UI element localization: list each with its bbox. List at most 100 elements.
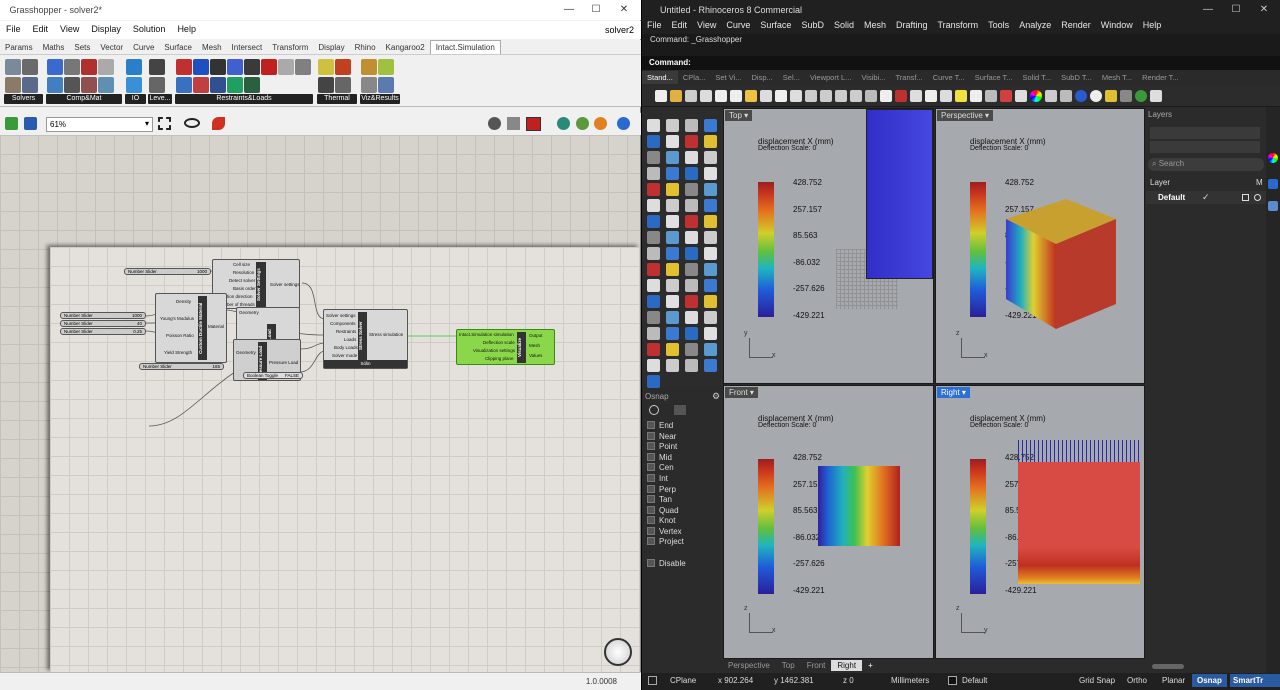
planar-toggle[interactable]: Planar: [1162, 676, 1185, 685]
menu-view[interactable]: View: [54, 21, 85, 34]
filter-icon[interactable]: [649, 405, 659, 415]
tool-icon[interactable]: [666, 119, 679, 132]
viewport-tab[interactable]: Perspective: [722, 660, 776, 671]
component-icon[interactable]: [64, 76, 80, 93]
viewport-tab[interactable]: Right: [831, 660, 863, 671]
preview-eye-icon[interactable]: [184, 118, 200, 128]
add-viewport-icon[interactable]: +: [862, 660, 879, 671]
visualize-node[interactable]: Intact.Simulation simulation Deflection …: [456, 329, 555, 365]
rhino-menu-help[interactable]: Help: [1138, 19, 1167, 31]
menu-edit[interactable]: Edit: [27, 21, 55, 34]
tool-icon[interactable]: [685, 119, 698, 132]
rhino-close-button[interactable]: ✕: [1257, 3, 1271, 17]
osnap-perp[interactable]: Perp: [647, 485, 676, 494]
viewport-label[interactable]: Front ▾: [725, 387, 758, 398]
snap-options-icon[interactable]: [674, 405, 686, 415]
point-icon[interactable]: [924, 90, 937, 102]
rhino-menu-drafting[interactable]: Drafting: [891, 19, 933, 31]
thermal-icon[interactable]: [318, 59, 334, 75]
viz-icon[interactable]: [378, 59, 394, 75]
tab-transform[interactable]: Transform: [267, 41, 313, 54]
osnap-near[interactable]: Near: [647, 432, 676, 441]
tool-icon[interactable]: [647, 343, 660, 356]
paste-icon[interactable]: [729, 90, 742, 102]
osnap-quad[interactable]: Quad: [647, 506, 679, 515]
tool-icon[interactable]: [685, 199, 698, 212]
osnap-project[interactable]: Project: [647, 537, 684, 546]
zoom-icon[interactable]: [804, 90, 817, 102]
tool-icon[interactable]: [666, 215, 679, 228]
tool-icon[interactable]: [685, 247, 698, 260]
lock-icon[interactable]: [984, 90, 997, 102]
tool-icon[interactable]: [647, 375, 660, 388]
zoom-selected-icon[interactable]: [849, 90, 862, 102]
tab-curve[interactable]: Curve: [128, 41, 159, 54]
tool-icon[interactable]: [666, 231, 679, 244]
toolbar-tab[interactable]: Curve T...: [928, 71, 970, 84]
toolbar-tab[interactable]: SubD T...: [1056, 71, 1097, 84]
new-file-icon[interactable]: [654, 90, 667, 102]
osnap-int[interactable]: Int: [647, 474, 668, 483]
tool-icon[interactable]: [685, 359, 698, 372]
material-icon[interactable]: [81, 59, 97, 75]
clipboard-icon[interactable]: [744, 90, 757, 102]
rhino-menu-curve[interactable]: Curve: [721, 19, 755, 31]
tool-icon[interactable]: [685, 295, 698, 308]
sun-icon[interactable]: [1104, 90, 1117, 102]
rhino-menu-analyze[interactable]: Analyze: [1014, 19, 1056, 31]
tool-icon[interactable]: [685, 343, 698, 356]
zoom-level-select[interactable]: 61% ▾: [46, 117, 153, 132]
zoom-extents-icon[interactable]: [834, 90, 847, 102]
tool-icon[interactable]: [685, 279, 698, 292]
layer-search-input[interactable]: ⌕ Search: [1148, 158, 1264, 171]
solver-icon[interactable]: [5, 59, 21, 75]
io-icon[interactable]: [126, 59, 142, 75]
rhino-menu-view[interactable]: View: [692, 19, 721, 31]
tab-intersect[interactable]: Intersect: [227, 41, 268, 54]
io-icon[interactable]: [126, 76, 142, 93]
sketch-pen-icon[interactable]: [212, 117, 225, 130]
tool-icon[interactable]: [647, 263, 660, 276]
material-node[interactable]: Density Young's Modulus Poisson Ratio Yi…: [155, 293, 227, 363]
solver-icon[interactable]: [5, 76, 21, 93]
toolbar-tab[interactable]: Mesh T...: [1097, 71, 1137, 84]
tool-icon[interactable]: [704, 119, 717, 132]
toolbar-tab[interactable]: Sel...: [778, 71, 805, 84]
tool-icon[interactable]: [647, 359, 660, 372]
copy-icon[interactable]: [714, 90, 727, 102]
panel-tab-icon[interactable]: [1268, 201, 1278, 211]
component-icon[interactable]: [47, 76, 63, 93]
viewport-right[interactable]: Right ▾ displacement X (mm) Deflection S…: [935, 385, 1145, 659]
display-mode-icon[interactable]: [507, 117, 520, 130]
minimize-button[interactable]: —: [562, 3, 576, 17]
preview-mode-icon[interactable]: [594, 117, 607, 130]
toolbar-tab[interactable]: CPla...: [678, 71, 711, 84]
sphere-icon[interactable]: [1089, 90, 1102, 102]
tool-icon[interactable]: [704, 215, 717, 228]
stress-solver-node[interactable]: Solver settings Components Restraints Lo…: [323, 309, 408, 369]
gear-icon[interactable]: ⚙: [712, 391, 720, 402]
display-icon[interactable]: [909, 90, 922, 102]
tool-icon[interactable]: [685, 183, 698, 196]
material-icon[interactable]: [98, 59, 114, 75]
maximize-button[interactable]: ☐: [589, 3, 603, 17]
tool-icon[interactable]: [647, 183, 660, 196]
tool-icon[interactable]: [704, 343, 717, 356]
tool-icon[interactable]: [666, 167, 679, 180]
tool-icon[interactable]: [647, 215, 660, 228]
toolbar-tab[interactable]: Visibi...: [856, 71, 890, 84]
tab-surface[interactable]: Surface: [159, 41, 197, 54]
osnap-disable[interactable]: Disable: [647, 559, 686, 568]
status-units[interactable]: Millimeters: [891, 676, 929, 685]
toolbar-tab[interactable]: Render T...: [1137, 71, 1184, 84]
tab-maths[interactable]: Maths: [38, 41, 70, 54]
zoom-window-icon[interactable]: [819, 90, 832, 102]
tool-icon[interactable]: [666, 295, 679, 308]
menu-help[interactable]: Help: [171, 21, 202, 34]
color-wheel-icon[interactable]: [1029, 90, 1042, 102]
number-slider[interactable]: Number Slider 165: [139, 363, 224, 370]
close-button[interactable]: ✕: [617, 3, 631, 17]
rhino-menu-window[interactable]: Window: [1096, 19, 1138, 31]
display-mode-icon[interactable]: [488, 117, 501, 130]
circle-icon[interactable]: [939, 90, 952, 102]
